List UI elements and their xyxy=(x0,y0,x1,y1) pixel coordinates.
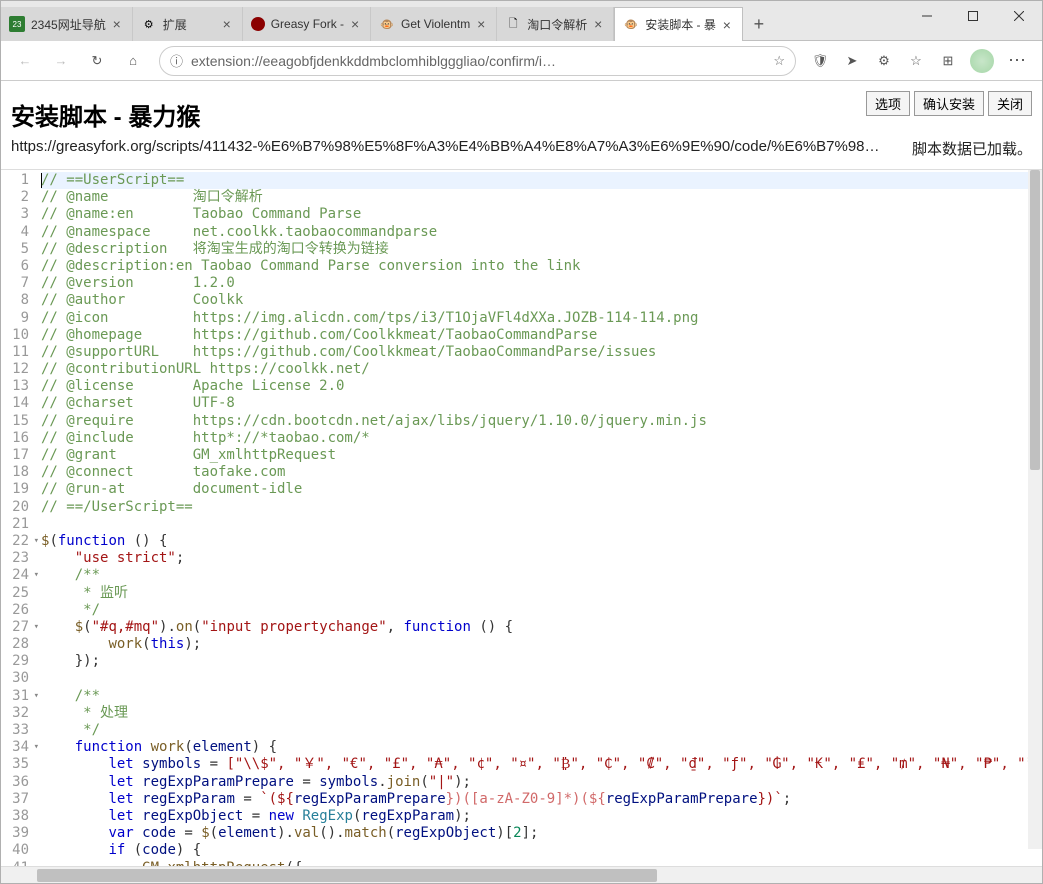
options-button[interactable]: 选项 xyxy=(866,91,910,116)
site-info-icon[interactable]: ⓘ xyxy=(170,51,183,70)
load-status: 脚本数据已加载。 xyxy=(912,138,1032,159)
close-icon[interactable]: × xyxy=(348,17,362,31)
tab-label: 2345网址导航 xyxy=(31,16,106,33)
profile-avatar[interactable] xyxy=(970,49,994,73)
favicon-vm-active: 🐵 xyxy=(623,17,639,33)
tab-4[interactable]: 🗋 淘口令解析 × xyxy=(497,7,614,41)
vertical-scrollbar[interactable] xyxy=(1028,170,1042,849)
favicon-2345: 23 xyxy=(9,16,25,32)
scrollbar-thumb[interactable] xyxy=(37,869,657,882)
forward-button[interactable]: → xyxy=(45,45,77,77)
tab-3[interactable]: 🐵 Get Violentm × xyxy=(371,7,497,41)
collections-icon[interactable]: ⊞ xyxy=(934,47,962,75)
favorite-icon[interactable]: ☆ xyxy=(773,53,785,69)
close-icon[interactable]: × xyxy=(474,17,488,31)
confirm-install-button[interactable]: 确认安装 xyxy=(914,91,984,116)
horizontal-scrollbar[interactable] xyxy=(1,866,1042,883)
script-source-url: https://greasyfork.org/scripts/411432-%E… xyxy=(11,138,892,159)
tab-label: 扩展 xyxy=(163,16,216,33)
tab-label: Get Violentm xyxy=(401,17,470,31)
tab-label: 淘口令解析 xyxy=(527,16,587,33)
browser-tabs: 23 2345网址导航 × ⚙ 扩展 × Greasy Fork - × 🐵 G… xyxy=(1,1,904,41)
cursor-icon[interactable]: ➤ xyxy=(838,47,866,75)
favicon-greasy xyxy=(251,17,265,31)
close-button[interactable]: 关闭 xyxy=(988,91,1032,116)
code-area[interactable]: // ==UserScript==// @name 淘口令解析// @name:… xyxy=(37,170,1042,866)
back-button[interactable]: ← xyxy=(9,45,41,77)
menu-button[interactable]: ⋯ xyxy=(1002,45,1034,77)
page-content: 安装脚本 - 暴力猴 选项 确认安装 关闭 https://greasyfork… xyxy=(1,81,1042,883)
address-bar[interactable]: ⓘ extension://eeagobfjdenkkddmbclomhiblg… xyxy=(159,46,796,76)
tab-1[interactable]: ⚙ 扩展 × xyxy=(133,7,243,41)
tab-5-active[interactable]: 🐵 安装脚本 - 暴 × xyxy=(614,7,743,41)
tab-0[interactable]: 23 2345网址导航 × xyxy=(1,7,133,41)
titlebar: 23 2345网址导航 × ⚙ 扩展 × Greasy Fork - × 🐵 G… xyxy=(1,1,1042,41)
scrollbar-thumb[interactable] xyxy=(1030,170,1040,470)
refresh-button[interactable]: ↻ xyxy=(81,45,113,77)
gear-ext-icon[interactable]: ⚙ xyxy=(870,47,898,75)
home-button[interactable]: ⌂ xyxy=(117,45,149,77)
browser-toolbar: ← → ↻ ⌂ ⓘ extension://eeagobfjdenkkddmbc… xyxy=(1,41,1042,81)
action-buttons: 选项 确认安装 关闭 xyxy=(866,91,1032,116)
close-icon[interactable]: × xyxy=(720,18,734,32)
tab-label: Greasy Fork - xyxy=(271,17,344,31)
close-icon[interactable]: × xyxy=(110,17,124,31)
favorites-icon[interactable]: ☆ xyxy=(902,47,930,75)
code-editor[interactable]: 1234567891011121314151617181920212223242… xyxy=(1,169,1042,866)
minimize-button[interactable] xyxy=(904,1,950,31)
tab-label: 安装脚本 - 暴 xyxy=(645,16,716,33)
window-close-button[interactable] xyxy=(996,1,1042,31)
ublock-icon[interactable]: 🛡 xyxy=(806,47,834,75)
window-controls xyxy=(904,1,1042,31)
line-gutter: 1234567891011121314151617181920212223242… xyxy=(1,170,37,866)
close-icon[interactable]: × xyxy=(220,17,234,31)
page-title: 安装脚本 - 暴力猴 xyxy=(11,91,866,132)
new-tab-button[interactable]: + xyxy=(743,7,775,41)
favicon-vm: 🐵 xyxy=(379,16,395,32)
maximize-button[interactable] xyxy=(950,1,996,31)
favicon-blank: 🗋 xyxy=(505,16,521,32)
close-icon[interactable]: × xyxy=(591,17,605,31)
url-text: extension://eeagobfjdenkkddmbclomhiblggg… xyxy=(191,53,765,69)
favicon-ext: ⚙ xyxy=(141,16,157,32)
tab-2[interactable]: Greasy Fork - × xyxy=(243,7,371,41)
